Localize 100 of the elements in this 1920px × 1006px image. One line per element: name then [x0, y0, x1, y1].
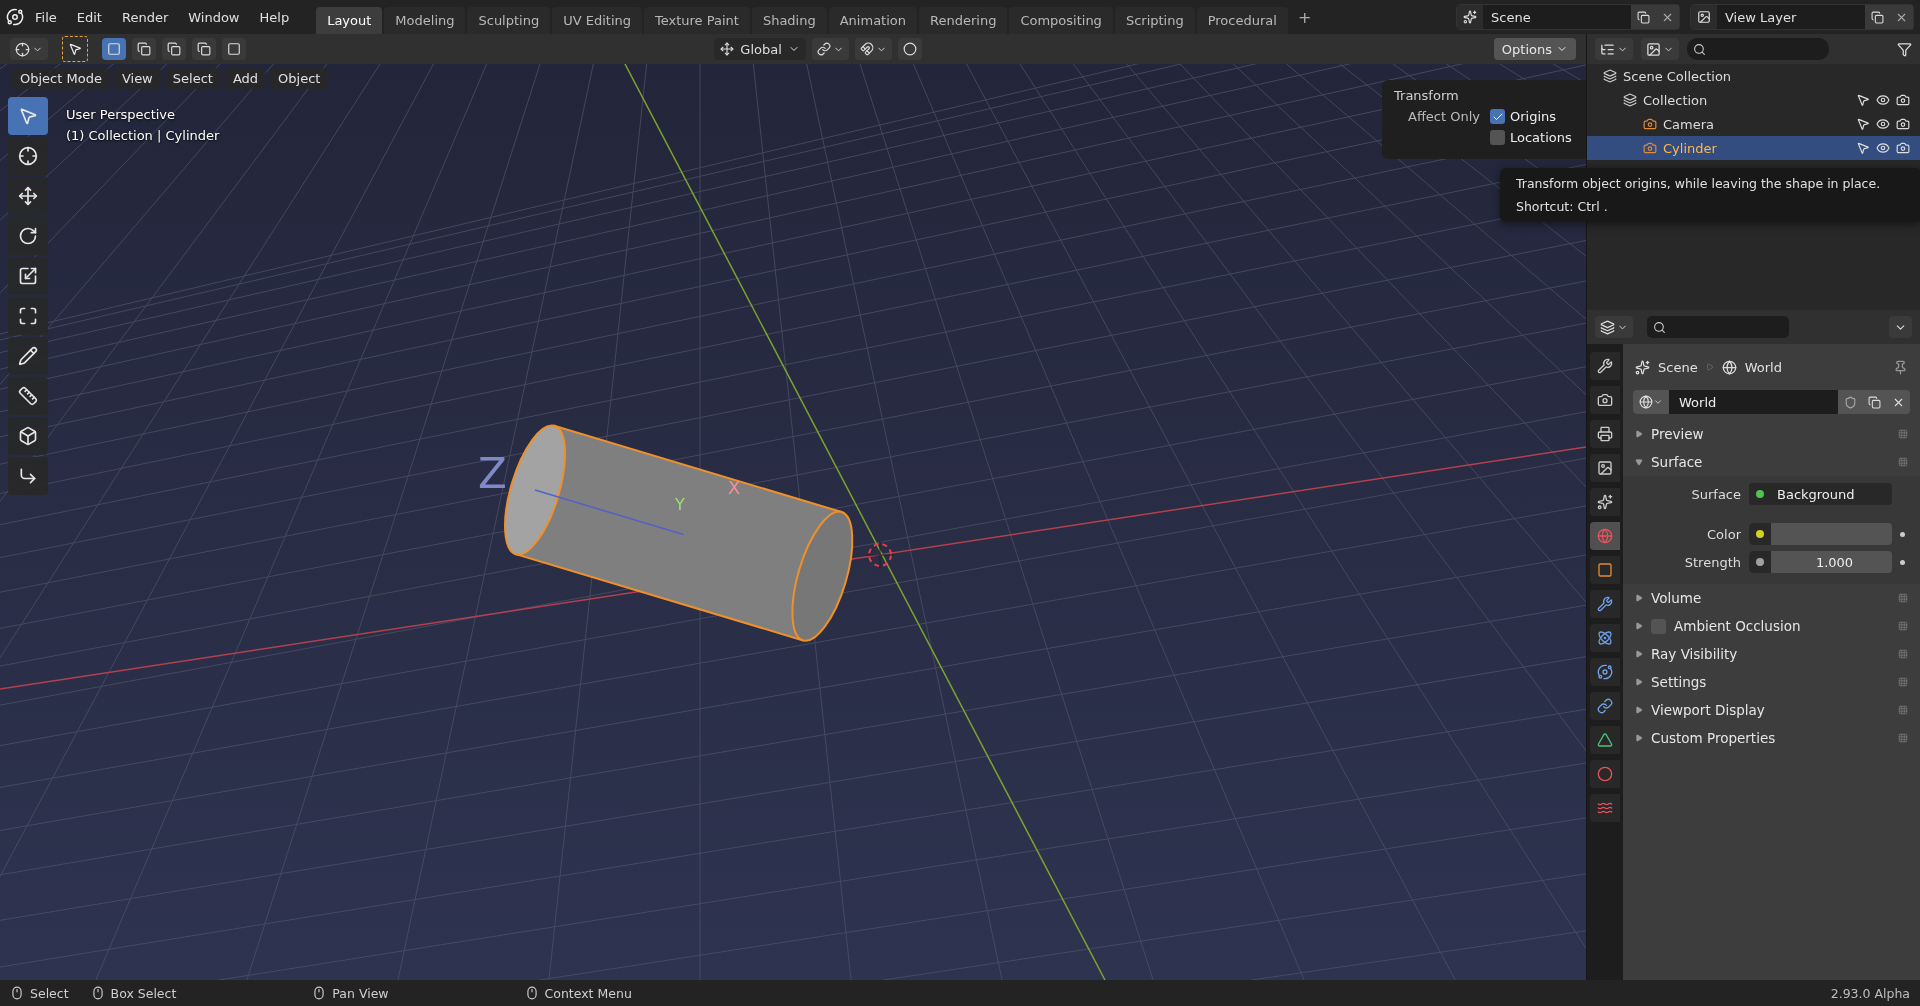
- workspace-tab[interactable]: Texture Paint: [644, 6, 750, 34]
- tool-button[interactable]: [8, 297, 48, 335]
- properties-tab[interactable]: [1590, 726, 1620, 754]
- workspace-tab[interactable]: Modeling: [384, 6, 466, 34]
- drag-handle-icon[interactable]: [1898, 621, 1908, 631]
- viewport-menu[interactable]: View: [113, 68, 161, 89]
- panel-header[interactable]: Surface: [1623, 448, 1920, 476]
- snap-button[interactable]: [854, 38, 892, 60]
- close-button[interactable]: [1655, 5, 1679, 29]
- editor-type-button[interactable]: [10, 38, 48, 60]
- copy-button[interactable]: [1865, 5, 1889, 29]
- keyframe-dot[interactable]: [1900, 559, 1905, 565]
- properties-tab[interactable]: [1590, 624, 1620, 652]
- drag-handle-icon[interactable]: [1898, 733, 1908, 743]
- orientation-dropdown[interactable]: Global: [714, 38, 806, 60]
- properties-tab[interactable]: [1590, 590, 1620, 618]
- properties-tab[interactable]: [1590, 692, 1620, 720]
- display-mode-button[interactable]: [1595, 38, 1633, 60]
- search-field[interactable]: [1687, 38, 1829, 60]
- pointer-icon[interactable]: [1856, 93, 1870, 107]
- close-button[interactable]: [1886, 390, 1910, 414]
- editor-type-button[interactable]: [1595, 316, 1633, 338]
- tool-button[interactable]: [8, 217, 48, 255]
- drag-handle-icon[interactable]: [1898, 457, 1908, 467]
- close-button[interactable]: [1889, 5, 1913, 29]
- filter-mode-button[interactable]: [1641, 38, 1679, 60]
- shader-dropdown[interactable]: Background: [1749, 483, 1892, 505]
- tool-button[interactable]: [8, 337, 48, 375]
- menu-item[interactable]: Edit: [67, 5, 111, 29]
- add-workspace-button[interactable]: +: [1289, 3, 1320, 31]
- search-field[interactable]: [1647, 316, 1789, 338]
- tool-button[interactable]: [8, 137, 48, 175]
- tool-button[interactable]: [8, 177, 48, 215]
- properties-tab[interactable]: [1590, 658, 1620, 686]
- select-mode-button[interactable]: [132, 38, 156, 60]
- panel-header[interactable]: Settings: [1623, 668, 1920, 696]
- number-field[interactable]: 1.000: [1749, 551, 1892, 573]
- properties-tab[interactable]: [1590, 454, 1620, 482]
- proportional-button[interactable]: [897, 38, 922, 60]
- properties-tab[interactable]: [1590, 420, 1620, 448]
- drag-handle-icon[interactable]: [1898, 677, 1908, 687]
- workspace-tab[interactable]: UV Editing: [552, 6, 642, 34]
- camera-icon[interactable]: [1896, 93, 1910, 107]
- panel-header[interactable]: Custom Properties: [1623, 724, 1920, 752]
- menu-item[interactable]: Window: [179, 5, 249, 29]
- drag-handle-icon[interactable]: [1898, 649, 1908, 659]
- workspace-tab[interactable]: Sculpting: [467, 6, 551, 34]
- workspace-tab[interactable]: Shading: [751, 6, 827, 34]
- viewport-menu[interactable]: Add: [224, 68, 267, 89]
- eye-icon[interactable]: [1876, 93, 1890, 107]
- tool-button[interactable]: [62, 36, 88, 62]
- copy-button[interactable]: [1631, 5, 1655, 29]
- panel-header[interactable]: Preview: [1623, 420, 1920, 448]
- tool-button[interactable]: [8, 377, 48, 415]
- workspace-tab[interactable]: Layout: [316, 6, 383, 34]
- outliner-row[interactable]: Camera: [1587, 112, 1920, 136]
- properties-tab[interactable]: [1590, 556, 1620, 584]
- tool-button[interactable]: [8, 417, 48, 455]
- panel-header[interactable]: Ambient Occlusion: [1623, 612, 1920, 640]
- workspace-tab[interactable]: Compositing: [1009, 6, 1113, 34]
- eye-icon[interactable]: [1876, 117, 1890, 131]
- pointer-icon[interactable]: [1856, 117, 1870, 131]
- select-mode-button[interactable]: [192, 38, 216, 60]
- menu-item[interactable]: Help: [250, 5, 299, 29]
- outliner-row[interactable]: Scene Collection: [1587, 64, 1920, 88]
- pivot-button[interactable]: [811, 38, 849, 60]
- outliner-row[interactable]: Collection: [1587, 88, 1920, 112]
- checkbox[interactable]: [1490, 109, 1505, 124]
- camera-icon[interactable]: [1896, 141, 1910, 155]
- eye-icon[interactable]: [1876, 141, 1890, 155]
- filter-icon[interactable]: [1897, 41, 1912, 57]
- select-mode-button[interactable]: [162, 38, 186, 60]
- panel-header[interactable]: Ray Visibility: [1623, 640, 1920, 668]
- viewport-menu[interactable]: Select: [164, 68, 221, 89]
- panel-header[interactable]: Volume: [1623, 584, 1920, 612]
- panel-header[interactable]: Viewport Display: [1623, 696, 1920, 724]
- properties-tab[interactable]: [1590, 760, 1620, 788]
- menu-item[interactable]: File: [26, 5, 66, 29]
- datablock-name-field[interactable]: World: [1669, 390, 1838, 414]
- browse-button[interactable]: [1633, 390, 1669, 414]
- tool-button[interactable]: [8, 257, 48, 295]
- scene-selector[interactable]: Scene: [1456, 4, 1680, 30]
- properties-tab[interactable]: [1590, 352, 1620, 380]
- properties-tab[interactable]: [1590, 794, 1620, 822]
- viewport-menu[interactable]: Object: [270, 68, 329, 89]
- workspace-tab[interactable]: Procedural: [1196, 6, 1288, 34]
- pin-icon[interactable]: [1893, 359, 1908, 375]
- menu-item[interactable]: Render: [112, 5, 178, 29]
- mode-dropdown[interactable]: Object Mode: [12, 68, 110, 89]
- tool-button[interactable]: [8, 457, 48, 495]
- logo-icon[interactable]: [6, 8, 24, 26]
- drag-handle-icon[interactable]: [1898, 429, 1908, 439]
- fake-user-button[interactable]: [1838, 390, 1862, 414]
- drag-handle-icon[interactable]: [1898, 705, 1908, 715]
- workspace-tab[interactable]: Rendering: [919, 6, 1008, 34]
- color-field[interactable]: [1749, 523, 1892, 545]
- options-dropdown[interactable]: [1889, 316, 1912, 338]
- workspace-tab[interactable]: Scripting: [1114, 6, 1195, 34]
- select-mode-button[interactable]: [102, 38, 126, 60]
- pointer-icon[interactable]: [1856, 141, 1870, 155]
